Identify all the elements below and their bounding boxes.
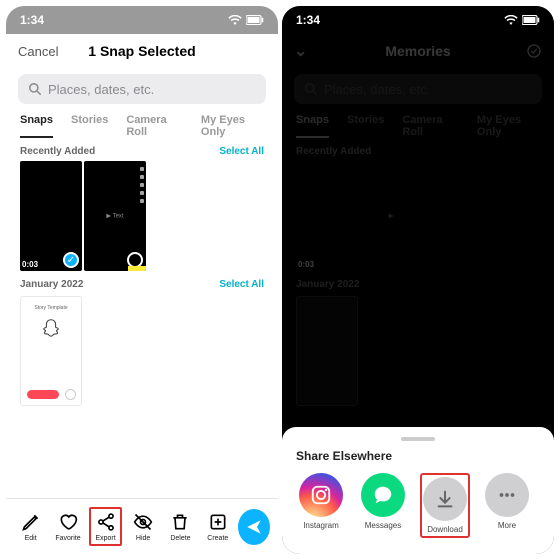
- section-header-recent: Recently Added Select All: [6, 144, 278, 159]
- sheet-handle[interactable]: [401, 437, 435, 441]
- instagram-icon: [310, 484, 332, 506]
- ghost-icon: [40, 317, 62, 339]
- memories-tabs: Snaps Stories Camera Roll My Eyes Only: [6, 110, 278, 144]
- tab-my-eyes-only[interactable]: My Eyes Only: [201, 114, 264, 138]
- status-bar: 1:34: [282, 6, 554, 34]
- snap-thumbnail[interactable]: 0:03 ✓: [20, 161, 82, 271]
- tab-stories[interactable]: Stories: [71, 114, 108, 138]
- trash-icon: [170, 512, 190, 532]
- send-icon: [245, 518, 263, 536]
- search-icon: [28, 82, 42, 96]
- search-placeholder: Places, dates, etc.: [48, 82, 154, 97]
- page-title: 1 Snap Selected: [88, 43, 195, 59]
- tab-snaps[interactable]: Snaps: [20, 114, 53, 138]
- cancel-button[interactable]: Cancel: [18, 44, 58, 59]
- more-icon: [496, 484, 518, 506]
- share-download[interactable]: Download: [420, 473, 470, 538]
- heart-icon: [58, 512, 78, 532]
- create-button[interactable]: Create: [201, 511, 234, 542]
- export-button[interactable]: Export: [89, 507, 123, 546]
- template-label: Story Template: [34, 305, 67, 311]
- status-time: 1:34: [296, 13, 320, 27]
- delete-button[interactable]: Delete: [164, 511, 197, 542]
- share-messages[interactable]: Messages: [358, 473, 408, 538]
- share-instagram[interactable]: Instagram: [296, 473, 346, 538]
- snap-thumbnail[interactable]: ▶ Text: [84, 161, 146, 271]
- check-circle-icon: [526, 43, 542, 59]
- section-label: January 2022: [20, 279, 83, 290]
- eye-off-icon: [133, 512, 153, 532]
- page-title: Memories: [385, 43, 450, 59]
- recent-thumbnails: 0:03 ✓ ▶ Text: [6, 159, 278, 277]
- story-template-thumbnail[interactable]: Story Template: [20, 296, 82, 406]
- selection-header: Cancel 1 Snap Selected: [6, 34, 278, 68]
- share-sheet: Share Elsewhere Instagram Messages Downl…: [282, 427, 554, 554]
- download-icon: [434, 488, 456, 510]
- send-button[interactable]: [238, 509, 270, 545]
- chat-icon: [372, 484, 394, 506]
- select-all-button[interactable]: Select All: [219, 279, 264, 290]
- select-ring-icon: [65, 389, 76, 400]
- search-icon: [304, 82, 318, 96]
- create-icon: [208, 512, 228, 532]
- selected-check-icon: ✓: [63, 252, 79, 268]
- battery-icon: [246, 15, 264, 25]
- wifi-icon: [228, 15, 242, 25]
- status-bar: 1:34: [6, 6, 278, 34]
- phone-right: 1:34 ⌄ Memories Places, dates, etc. Snap…: [282, 6, 554, 554]
- edit-button[interactable]: Edit: [14, 511, 47, 542]
- chevron-down-icon: ⌄: [294, 41, 307, 61]
- favorite-button[interactable]: Favorite: [51, 511, 84, 542]
- wifi-icon: [504, 15, 518, 25]
- template-accent: [27, 390, 59, 399]
- select-all-button[interactable]: Select All: [219, 146, 264, 157]
- status-icons: [228, 15, 264, 25]
- share-title: Share Elsewhere: [296, 449, 540, 463]
- search-input[interactable]: Places, dates, etc.: [18, 74, 266, 104]
- duration-label: 0:03: [22, 260, 38, 269]
- bottom-toolbar: Edit Favorite Export Hide Delete Create: [6, 498, 278, 554]
- tab-camera-roll[interactable]: Camera Roll: [126, 114, 183, 138]
- share-more[interactable]: More: [482, 473, 532, 538]
- thumb-side-icons: [140, 167, 144, 203]
- thumb-caption: ▶ Text: [106, 213, 123, 220]
- section-header-january: January 2022 Select All: [6, 277, 278, 292]
- thumb-highlight: [128, 266, 146, 271]
- section-label: Recently Added: [20, 146, 95, 157]
- share-icon: [96, 512, 116, 532]
- status-icons: [504, 15, 540, 25]
- pencil-icon: [21, 512, 41, 532]
- status-time: 1:34: [20, 13, 44, 27]
- phone-left: 1:34 Cancel 1 Snap Selected Places, date…: [6, 6, 278, 554]
- battery-icon: [522, 15, 540, 25]
- hide-button[interactable]: Hide: [126, 511, 159, 542]
